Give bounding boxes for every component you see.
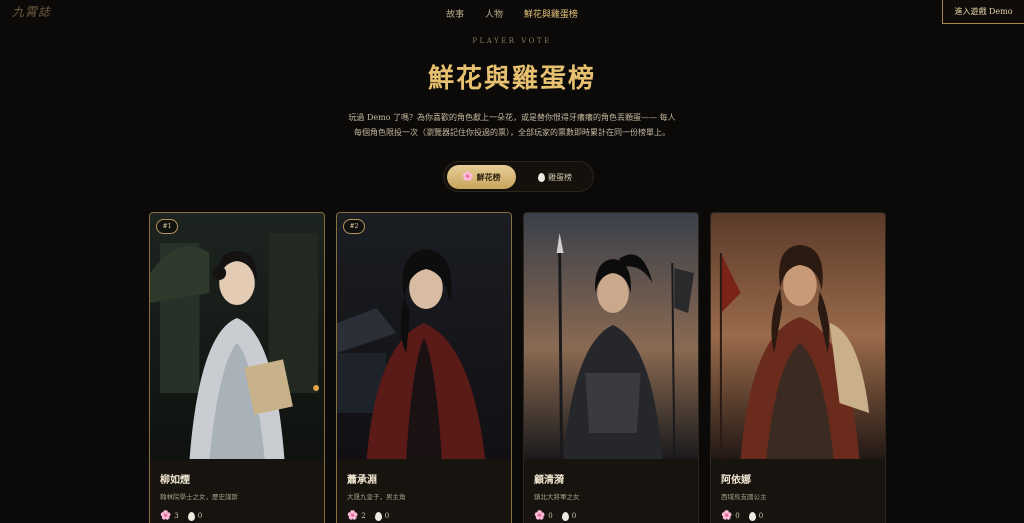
egg-vote-button[interactable]: 0 [748, 511, 764, 521]
egg-icon [538, 172, 545, 182]
egg-count: 0 [758, 512, 764, 520]
egg-icon [748, 511, 756, 521]
character-role: 大晟九皇子，男主角 [347, 493, 406, 501]
description-line-1: 玩過 Demo 了嗎？為你喜歡的角色獻上一朵花，或是替你恨得牙癢癢的角色丟顆蛋—… [348, 113, 676, 122]
character-portrait [524, 213, 698, 459]
top-bar: 九霄誌 故事 人物 鮮花與雞蛋榜 進入遊戲 Demo [0, 0, 1024, 26]
character-portrait [337, 213, 511, 459]
tab-egg-label: 雞蛋榜 [548, 172, 572, 182]
egg-icon [561, 511, 569, 521]
flower-icon: 🌸 [462, 172, 474, 182]
flower-count: 2 [361, 512, 366, 520]
vote-counts: 🌸 2 0 [347, 511, 389, 521]
egg-icon [374, 511, 382, 521]
nav-vote-board[interactable]: 鮮花與雞蛋榜 [524, 10, 578, 20]
character-name: 顧清漪 [534, 475, 564, 486]
nav-story[interactable]: 故事 [446, 10, 464, 20]
character-card[interactable]: 阿依娜 西域烏支國公主 🌸 0 0 [710, 212, 886, 523]
character-portrait [711, 213, 885, 459]
vote-counts: 🌸 3 0 [160, 511, 202, 521]
section-eyebrow: PLAYER VOTE [472, 37, 552, 45]
flower-vote-button[interactable]: 🌸 0 [721, 511, 740, 521]
rank-badge: #1 [156, 219, 178, 234]
flower-vote-button[interactable]: 🌸 2 [347, 511, 366, 521]
description-line-2: 每個角色限投一次（瀏覽器記住你投過的票），全部玩家的票數即時累計在同一份榜單上。 [354, 128, 670, 137]
vote-counts: 🌸 0 0 [534, 511, 576, 521]
tab-egg-board[interactable]: 雞蛋榜 [524, 165, 586, 189]
character-cards: #1 柳如煙 翰林院學士之女，歷史謀斯 🌸 3 0 #2 蕭承淵 大晟九皇子，男… [149, 212, 887, 523]
egg-vote-button[interactable]: 0 [187, 511, 203, 521]
character-portrait [150, 213, 324, 459]
egg-count: 0 [384, 512, 390, 520]
nav-characters[interactable]: 人物 [485, 10, 503, 20]
board-toggle: 🌸 鮮花榜 雞蛋榜 [443, 161, 594, 192]
egg-count: 0 [571, 512, 577, 520]
flower-vote-button[interactable]: 🌸 0 [534, 511, 553, 521]
character-card[interactable]: #2 蕭承淵 大晟九皇子，男主角 🌸 2 0 [336, 212, 512, 523]
flower-count: 0 [735, 512, 740, 520]
flower-icon: 🌸 [347, 511, 359, 521]
flower-count: 3 [174, 512, 179, 520]
flower-vote-button[interactable]: 🌸 3 [160, 511, 179, 521]
egg-icon [187, 511, 195, 521]
egg-vote-button[interactable]: 0 [374, 511, 390, 521]
flower-icon: 🌸 [721, 511, 733, 521]
main-nav: 故事 人物 鮮花與雞蛋榜 [0, 7, 1024, 20]
character-card[interactable]: 顧清漪 鎮北大將軍之女 🌸 0 0 [523, 212, 699, 523]
tab-flower-label: 鮮花榜 [476, 171, 501, 182]
page-title: 鮮花與雞蛋榜 [427, 64, 596, 94]
page-description: 玩過 Demo 了嗎？為你喜歡的角色獻上一朵花，或是替你恨得牙癢癢的角色丟顆蛋—… [312, 110, 712, 140]
vote-counts: 🌸 0 0 [721, 511, 763, 521]
character-card[interactable]: #1 柳如煙 翰林院學士之女，歷史謀斯 🌸 3 0 [149, 212, 325, 523]
enter-demo-button[interactable]: 進入遊戲 Demo [942, 0, 1024, 24]
egg-vote-button[interactable]: 0 [561, 511, 577, 521]
egg-count: 0 [197, 512, 203, 520]
character-role: 鎮北大將軍之女 [534, 493, 580, 501]
character-role: 翰林院學士之女，歷史謀斯 [160, 493, 238, 501]
character-name: 蕭承淵 [347, 475, 377, 486]
tab-flower-board[interactable]: 🌸 鮮花榜 [447, 165, 516, 189]
flower-icon: 🌸 [160, 511, 172, 521]
character-role: 西域烏支國公主 [721, 493, 767, 501]
rank-badge: #2 [343, 219, 365, 234]
character-name: 柳如煙 [160, 475, 190, 486]
flower-icon: 🌸 [534, 511, 546, 521]
character-name: 阿依娜 [721, 475, 751, 486]
flower-count: 0 [548, 512, 553, 520]
